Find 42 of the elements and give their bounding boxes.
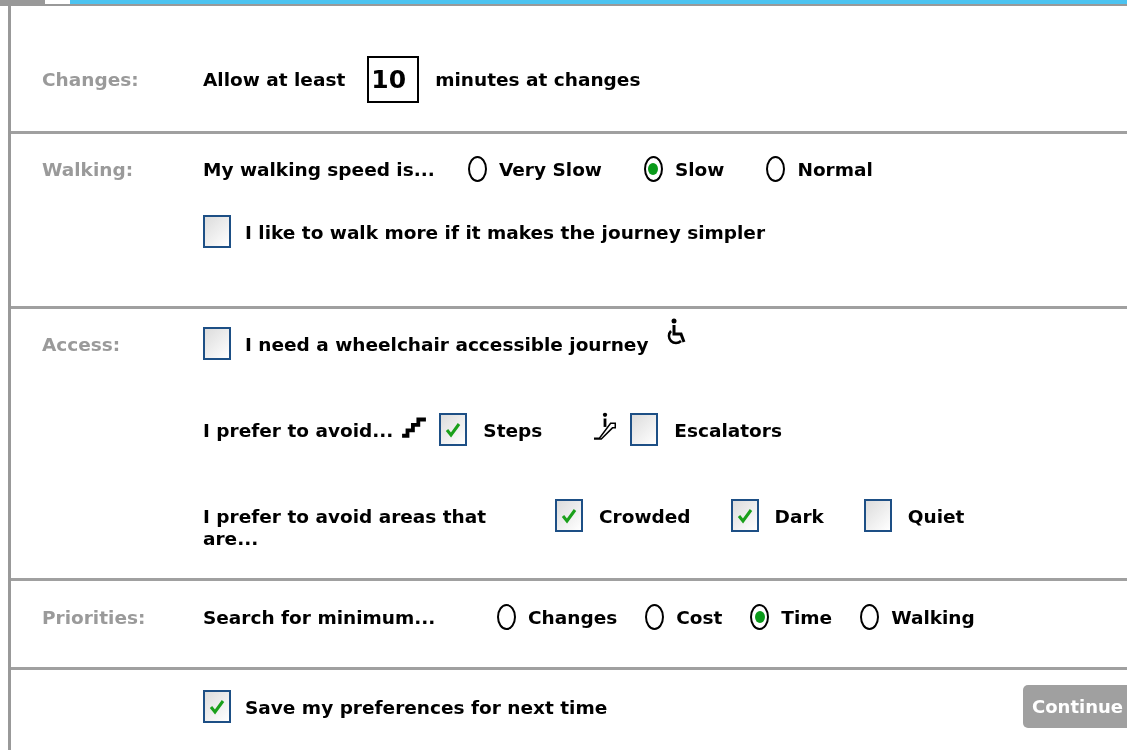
option-prompt: I prefer to avoid... [203, 420, 394, 442]
checkbox[interactable] [203, 327, 231, 360]
radio-button[interactable] [750, 604, 770, 630]
option-prompt: I prefer to avoid areas that are... [203, 506, 488, 550]
section-label: Access: [42, 334, 121, 355]
checkbox-label: I like to walk more if it makes the journey simpler [245, 222, 766, 244]
minutes-suffix: minutes at changes [435, 69, 641, 91]
checkbox[interactable] [203, 215, 231, 248]
checkbox[interactable] [203, 690, 231, 723]
checkbox-label: Crowded [599, 506, 691, 528]
option-prompt: Search for minimum... [203, 607, 437, 629]
radio-label: Changes [528, 607, 618, 629]
radio-label: Time [781, 607, 833, 629]
radio-label: Walking [891, 607, 975, 629]
radio-label: Normal [797, 159, 873, 181]
checkbox-label: Save my preferences for next time [245, 697, 608, 719]
section-label: Changes: [42, 69, 139, 90]
escalator-icon [592, 412, 619, 440]
section-label: Walking: [42, 159, 134, 180]
radio-button[interactable] [645, 604, 665, 630]
radio-button[interactable] [766, 156, 786, 182]
minutes-prefix: Allow at least [203, 69, 346, 91]
option-prompt: My walking speed is... [203, 159, 436, 181]
checkbox[interactable] [863, 499, 892, 532]
radio-label: Slow [674, 159, 725, 181]
checkbox-label: I need a wheelchair accessible journey [245, 334, 649, 356]
section-label: Priorities: [42, 607, 146, 628]
checkbox-label: Quiet [907, 506, 965, 528]
checkbox-label: Dark [774, 506, 824, 528]
checkbox[interactable] [439, 413, 468, 446]
checkbox-label: Escalators [674, 420, 782, 442]
checkbox[interactable] [555, 499, 583, 532]
radio-button[interactable] [497, 604, 516, 630]
checkbox[interactable] [630, 413, 659, 446]
radio-label: Very Slow [499, 159, 602, 181]
minutes-input[interactable]: 10 [367, 56, 420, 103]
radio-button[interactable] [860, 604, 880, 630]
radio-button[interactable] [468, 156, 487, 182]
radio-label: Cost [676, 607, 723, 629]
checkbox[interactable] [730, 499, 759, 532]
radio-button[interactable] [643, 156, 663, 182]
checkbox-label: Steps [483, 420, 543, 442]
